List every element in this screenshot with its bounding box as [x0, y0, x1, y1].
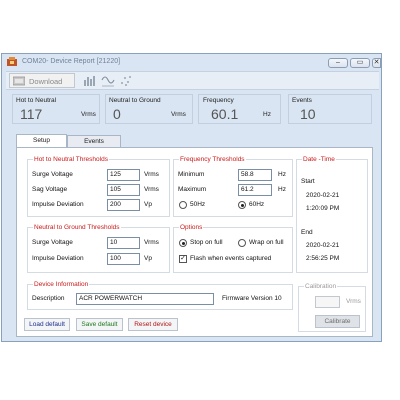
start-label: Start [301, 178, 315, 185]
window-title: COM20- Device Report [21220] [22, 58, 121, 65]
description-input[interactable]: ACR POWERWATCH [76, 293, 214, 305]
radio-50hz[interactable] [179, 201, 187, 209]
download-label: Download [29, 77, 63, 86]
unit-label: Vrms [144, 186, 159, 193]
readout-unit: Vrms [81, 111, 96, 118]
stop-on-full-label: Stop on full [190, 239, 223, 246]
restore-button[interactable]: ▭ [350, 58, 370, 68]
close-button[interactable]: ✕ [372, 58, 381, 68]
maximum-input[interactable]: 61.2 [238, 184, 272, 196]
end-time: 2:56:25 PM [306, 255, 340, 262]
readouts-bar: Hot to Neutral 117 Vrms Neutral to Groun… [6, 94, 379, 128]
options-group: Options Stop on full Wrap on full ✓ Flas… [173, 224, 293, 273]
end-label: End [301, 229, 313, 236]
sag-voltage-input[interactable]: 105 [107, 184, 140, 196]
readout-events: Events 10 [288, 94, 372, 124]
toolbar: Download [6, 71, 379, 90]
readout-value: 0 [113, 106, 121, 122]
group-title: Neutral to Ground Thresholds [33, 224, 121, 231]
group-title: Hot to Neutral Thresholds [33, 156, 109, 163]
unit-label: Vrms [144, 171, 159, 178]
hot-to-neutral-group: Hot to Neutral Thresholds Surge Voltage … [27, 156, 170, 217]
end-date: 2020-02-21 [306, 242, 340, 249]
download-icon [13, 76, 25, 86]
title-bar: COM20- Device Report [21220] – ▭ ✕ [2, 54, 381, 70]
radio-60hz[interactable] [238, 201, 246, 209]
app-icon [7, 57, 17, 66]
device-report-window: COM20- Device Report [21220] – ▭ ✕ Downl… [1, 53, 382, 342]
readout-frequency: Frequency 60.1 Hz [198, 94, 281, 124]
readout-value: 117 [20, 106, 43, 122]
bar-graph-icon[interactable] [83, 74, 97, 87]
calibration-input[interactable] [315, 296, 340, 308]
unit-label: Vp [144, 255, 152, 262]
date-time-group: Date -Time Start 2020-02-21 1:20:09 PM E… [296, 156, 368, 273]
firmware-version: Firmware Version 10 [222, 295, 282, 302]
radio-50hz-label: 50Hz [190, 201, 206, 208]
tab-setup[interactable]: Setup [16, 134, 67, 147]
minimum-label: Minimum [178, 171, 205, 178]
wrap-on-full-label: Wrap on full [249, 239, 284, 246]
tab-events[interactable]: Events [67, 135, 121, 147]
group-title: Options [179, 224, 204, 231]
readout-label: Frequency [203, 97, 234, 104]
unit-label: Hz [278, 186, 286, 193]
group-title: Date -Time [302, 156, 336, 163]
start-time: 1:20:09 PM [306, 205, 340, 212]
scatter-icon[interactable] [119, 74, 133, 87]
readout-hot-to-neutral: Hot to Neutral 117 Vrms [12, 94, 100, 124]
readout-value: 10 [300, 106, 316, 122]
group-title: Device Information [33, 281, 90, 288]
radio-wrap-on-full[interactable] [238, 239, 246, 247]
impulse-deviation-label: Impulse Deviation [32, 201, 84, 208]
sag-voltage-label: Sag Voltage [32, 186, 68, 193]
calibration-group: Calibration Vrms Calibrate [298, 283, 366, 332]
reset-device-button[interactable]: Reset device [128, 318, 178, 331]
readout-label: Hot to Neutral [16, 97, 57, 104]
ng-surge-voltage-label: Surge Voltage [32, 239, 73, 246]
readout-unit: Hz [263, 111, 271, 118]
group-title: Frequency Thresholds [179, 156, 246, 163]
waveform-icon[interactable] [101, 74, 115, 87]
readout-label: Events [292, 97, 312, 104]
readout-unit: Vrms [171, 111, 186, 118]
readout-value: 60.1 [211, 106, 239, 122]
calibrate-button[interactable]: Calibrate [315, 315, 360, 328]
minimize-button[interactable]: – [328, 58, 348, 68]
ng-impulse-deviation-input[interactable]: 100 [107, 253, 140, 265]
save-default-button[interactable]: Save default [76, 318, 123, 331]
unit-label: Hz [278, 171, 286, 178]
device-information-group: Device Information Description ACR POWER… [27, 281, 293, 310]
flash-checkbox[interactable]: ✓ [179, 255, 187, 263]
impulse-deviation-input[interactable]: 200 [107, 199, 140, 211]
radio-stop-on-full[interactable] [179, 239, 187, 247]
start-date: 2020-02-21 [306, 192, 340, 199]
surge-voltage-label: Surge Voltage [32, 171, 73, 178]
readout-neutral-to-ground: Neutral to Ground 0 Vrms [105, 94, 193, 124]
readout-label: Neutral to Ground [109, 97, 161, 104]
minimum-input[interactable]: 58.8 [238, 169, 272, 181]
ng-impulse-deviation-label: Impulse Deviation [32, 255, 84, 262]
group-title: Calibration [304, 283, 338, 290]
frequency-thresholds-group: Frequency Thresholds Minimum 58.8 Hz Max… [173, 156, 293, 217]
unit-label: Vrms [144, 239, 159, 246]
setup-panel: Hot to Neutral Thresholds Surge Voltage … [16, 147, 373, 337]
flash-label: Flash when events captured [190, 255, 272, 262]
ng-surge-voltage-input[interactable]: 10 [107, 237, 140, 249]
unit-label: Vp [144, 201, 152, 208]
radio-60hz-label: 60Hz [249, 201, 265, 208]
surge-voltage-input[interactable]: 125 [107, 169, 140, 181]
description-label: Description [32, 295, 65, 302]
maximum-label: Maximum [178, 186, 207, 193]
calibration-unit: Vrms [346, 298, 361, 305]
load-default-button[interactable]: Load default [24, 318, 70, 331]
download-button[interactable]: Download [9, 73, 75, 88]
neutral-to-ground-group: Neutral to Ground Thresholds Surge Volta… [27, 224, 170, 273]
